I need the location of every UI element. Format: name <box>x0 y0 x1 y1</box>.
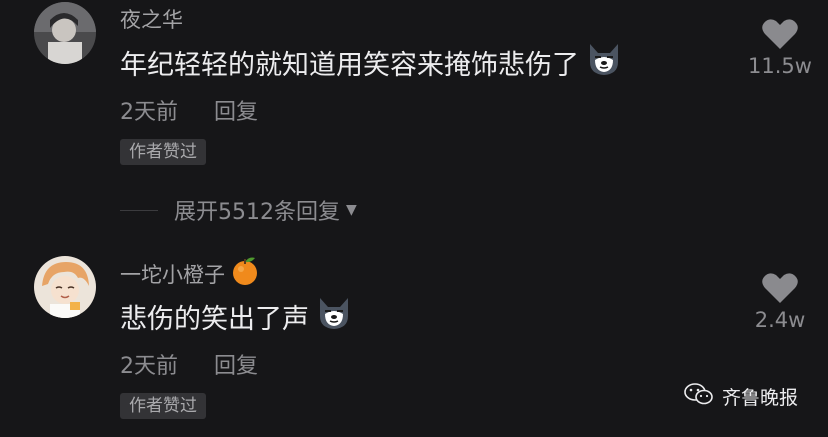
avatar[interactable] <box>34 256 96 318</box>
comment-time: 2天前 <box>120 354 178 379</box>
heart-icon <box>762 19 798 49</box>
like-count: 11.5w <box>748 54 812 78</box>
avatar[interactable] <box>34 2 96 64</box>
username-text: 夜之华 <box>120 8 183 32</box>
comment-text-content: 年纪轻轻的就知道用笑容来掩饰悲伤了 <box>120 50 579 81</box>
comment-text: 悲伤的笑出了声 <box>120 294 353 339</box>
orange-emoji-icon <box>231 256 259 291</box>
username[interactable]: 一坨小橙子 <box>120 256 259 291</box>
username-text: 一坨小橙子 <box>120 262 225 287</box>
caret-down-icon: ▼ <box>346 202 357 218</box>
username[interactable]: 夜之华 <box>120 4 183 34</box>
divider-line <box>120 209 158 211</box>
author-liked-badge: 作者赞过 <box>120 393 206 419</box>
comment-meta: 2天前 回复 <box>120 94 258 126</box>
comment-time: 2天前 <box>120 100 178 125</box>
wolf-face-emoji-icon <box>585 40 623 85</box>
watermark-text: 齐鲁晚报 <box>721 387 798 409</box>
wolf-face-emoji-icon <box>315 294 353 339</box>
comment-text-content: 悲伤的笑出了声 <box>120 304 309 335</box>
watermark: 齐鲁晚报 <box>684 382 798 411</box>
comment-meta: 2天前 回复 <box>120 348 258 380</box>
comment-text: 年纪轻轻的就知道用笑容来掩饰悲伤了 <box>120 40 623 85</box>
author-liked-badge: 作者赞过 <box>120 139 206 165</box>
reply-button[interactable]: 回复 <box>214 348 258 380</box>
expand-replies-label: 展开5512条回复 <box>174 200 340 225</box>
like-button[interactable]: 2.4w <box>745 272 815 332</box>
like-count: 2.4w <box>754 308 806 332</box>
reply-button[interactable]: 回复 <box>214 94 258 126</box>
expand-replies-button[interactable]: 展开5512条回复 ▼ <box>120 194 357 226</box>
wechat-icon <box>684 382 714 411</box>
heart-icon <box>762 273 798 303</box>
like-button[interactable]: 11.5w <box>745 18 815 78</box>
